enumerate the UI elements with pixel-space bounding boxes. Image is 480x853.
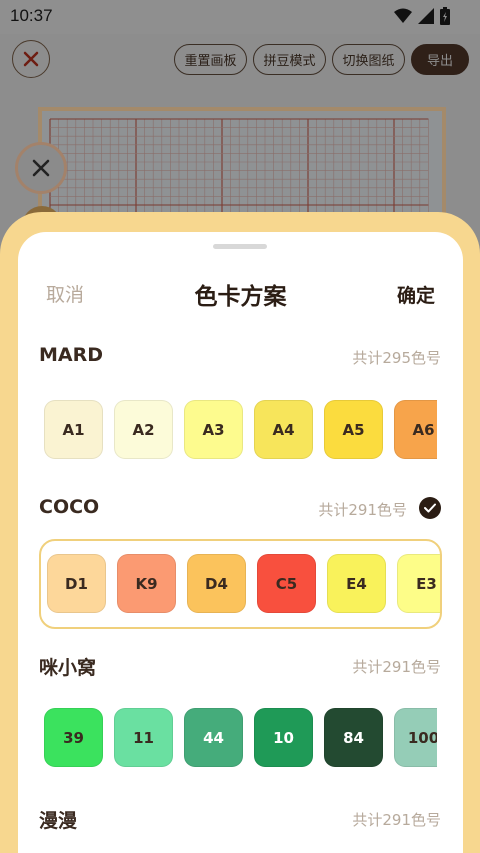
scheme-name: MARD [39,344,104,366]
swatch-row: 39 11 44 10 84 100 [44,708,437,768]
close-icon [23,51,39,67]
status-icons [394,7,450,25]
status-time: 10:37 [10,6,53,25]
scheme-name: 咪小窝 [39,657,97,679]
wifi-icon [394,8,412,23]
color-swatch[interactable]: A3 [184,400,243,459]
scheme-name: 漫漫 [39,810,78,832]
battery-icon [440,7,450,25]
color-swatch[interactable]: E4 [327,554,386,613]
close-button[interactable] [12,40,50,78]
bead-mode-button[interactable]: 拼豆模式 [253,44,326,75]
color-swatch[interactable]: A2 [114,400,173,459]
close-icon [32,159,50,177]
color-swatch[interactable]: 11 [114,708,173,767]
color-swatch[interactable]: A1 [44,400,103,459]
bead-grid-board[interactable] [38,107,446,227]
confirm-button[interactable]: 确定 [397,281,435,308]
color-swatch[interactable]: D4 [187,554,246,613]
status-bar: 10:37 [0,0,480,34]
color-swatch[interactable]: A6 [394,400,437,459]
color-swatch[interactable]: K9 [117,554,176,613]
color-swatch[interactable]: D1 [47,554,106,613]
scheme-count: 共计291色号 [318,501,407,519]
scheme-count: 共计291色号 [352,811,441,829]
color-swatch[interactable]: E3 [397,554,440,613]
drag-handle[interactable] [213,244,267,249]
color-swatch[interactable]: 44 [184,708,243,767]
swatch-row-selected: D1 K9 D4 C5 E4 E3 [39,539,442,629]
color-swatch[interactable]: 84 [324,708,383,767]
switch-image-button[interactable]: 切换图纸 [332,44,405,75]
color-swatch[interactable]: C5 [257,554,316,613]
color-scheme-sheet: 取消 色卡方案 确定 MARD 共计295色号 A1 A2 A3 A4 A5 A6 COC… [18,232,463,853]
color-swatch[interactable]: 100 [394,708,437,767]
scheme-count: 共计291色号 [352,658,441,676]
floating-close-button[interactable] [15,142,67,194]
color-swatch[interactable]: A4 [254,400,313,459]
color-swatch[interactable]: 39 [44,708,103,767]
export-button[interactable]: 导出 [411,44,469,75]
selected-check-icon [419,497,441,519]
reset-board-button[interactable]: 重置画板 [174,44,247,75]
color-swatch[interactable]: A5 [324,400,383,459]
scheme-name: COCO [39,496,100,518]
color-swatch[interactable]: 10 [254,708,313,767]
top-toolbar: 重置画板 拼豆模式 切换图纸 导出 [0,34,480,90]
swatch-row: A1 A2 A3 A4 A5 A6 [44,400,437,460]
scheme-count: 共计295色号 [352,349,441,367]
signal-icon [418,8,434,24]
